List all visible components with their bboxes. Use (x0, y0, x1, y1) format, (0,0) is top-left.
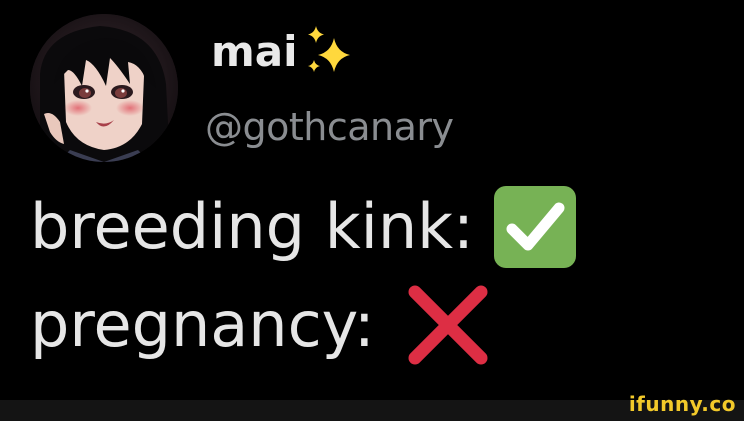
sparkles-icon (307, 26, 350, 72)
ifunny-watermark: ifunny.co (628, 392, 736, 416)
tweet-line-1: breeding kink: (30, 178, 578, 276)
cross-mark-icon (408, 285, 488, 365)
user-handle[interactable]: @gothcanary (205, 108, 454, 146)
tweet-body: breeding kink: pregnancy: (30, 178, 578, 374)
tweet-line-2: pregnancy: (30, 276, 578, 374)
tweet-line-1-text: breeding kink: (30, 190, 474, 263)
tweet-card: mai @gothcanary breeding kink: pregnancy… (0, 0, 744, 400)
check-mark-button-icon (493, 186, 576, 268)
avatar-image (30, 14, 178, 162)
profile-avatar[interactable] (30, 14, 178, 162)
display-name[interactable]: mai (211, 31, 298, 73)
tweet-line-2-text: pregnancy: (30, 288, 375, 361)
display-name-row[interactable]: mai (211, 20, 356, 84)
